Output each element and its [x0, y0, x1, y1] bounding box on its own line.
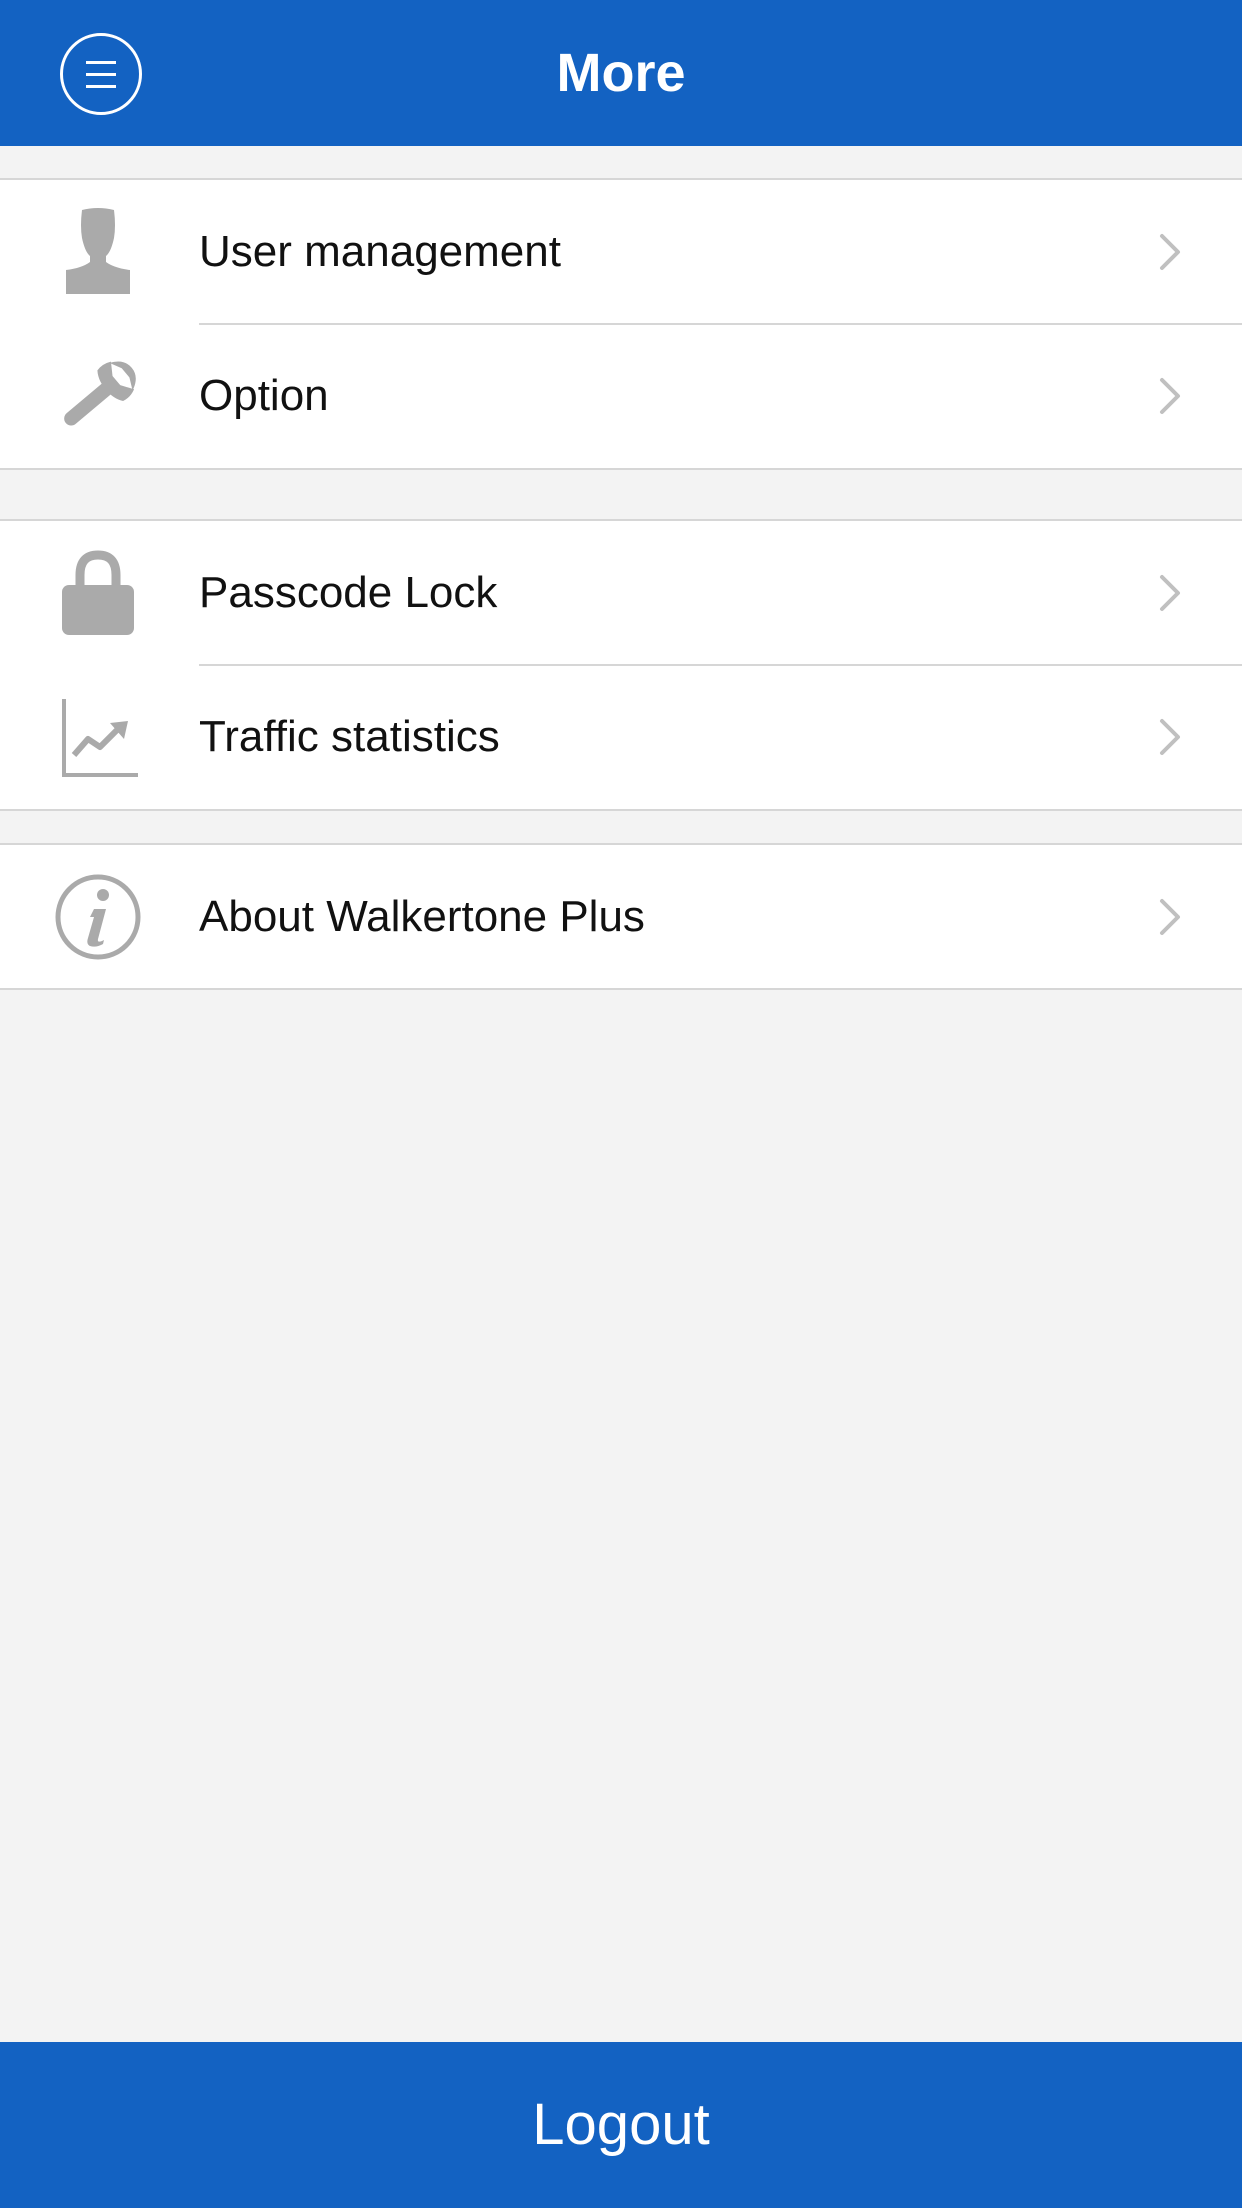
lock-icon	[48, 549, 148, 637]
menu-row-about[interactable]: About Walkertone Plus	[0, 845, 1242, 989]
chart-icon	[48, 693, 148, 781]
menu-row-option[interactable]: Option	[0, 324, 1242, 468]
wrench-icon	[48, 352, 148, 440]
chevron-right-icon	[1148, 715, 1192, 759]
menu-row-label: About Walkertone Plus	[199, 892, 645, 941]
chevron-right-icon	[1148, 374, 1192, 418]
menu-row-label: User management	[199, 227, 561, 276]
chevron-right-icon	[1148, 571, 1192, 615]
menu-row-user-management[interactable]: User management	[0, 180, 1242, 325]
chevron-right-icon	[1148, 895, 1192, 939]
chevron-right-icon	[1148, 230, 1192, 274]
menu-row-label: Passcode Lock	[199, 568, 498, 617]
user-icon	[48, 208, 148, 296]
info-icon	[48, 873, 148, 961]
logout-button[interactable]: Logout	[0, 2042, 1242, 2208]
settings-group-3: About Walkertone Plus	[0, 843, 1242, 990]
more-screen: More User management Option Passcode Loc…	[0, 0, 1242, 2208]
top-bar: More	[0, 0, 1242, 146]
menu-row-label: Traffic statistics	[199, 712, 500, 761]
settings-group-1: User management Option	[0, 178, 1242, 470]
settings-group-2: Passcode Lock Traffic statistics	[0, 519, 1242, 811]
menu-row-passcode-lock[interactable]: Passcode Lock	[0, 521, 1242, 666]
menu-row-label: Option	[199, 371, 329, 420]
menu-row-traffic-statistics[interactable]: Traffic statistics	[0, 665, 1242, 809]
page-title: More	[556, 43, 686, 103]
